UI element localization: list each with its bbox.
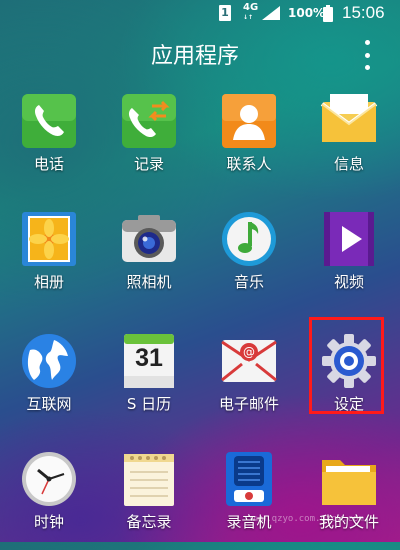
- camera-icon: [120, 210, 178, 268]
- app-music[interactable]: 音乐: [200, 210, 298, 310]
- clock-icon: [20, 450, 78, 508]
- signal-strength-icon: [262, 0, 280, 26]
- my-files-icon: [320, 450, 378, 508]
- email-icon: @: [220, 332, 278, 390]
- calendar-icon: 31: [120, 332, 178, 390]
- messages-icon: [320, 92, 378, 150]
- clock-time: 15:06: [342, 3, 385, 22]
- internet-icon: [20, 332, 78, 390]
- app-call-log[interactable]: 记录: [100, 92, 198, 192]
- battery-icon: [323, 0, 333, 26]
- status-bar: 1 4G ↓↑ 100% 15:06: [0, 0, 400, 26]
- app-label: 备忘录: [126, 513, 172, 531]
- settings-highlight-box: [309, 317, 384, 414]
- more-options-button[interactable]: [360, 40, 374, 70]
- page-title: 应用程序: [150, 44, 239, 69]
- app-my-files[interactable]: 我的文件: [300, 450, 398, 550]
- call-log-icon: [120, 92, 178, 150]
- app-label: 相册: [33, 273, 64, 291]
- watermark: www.qzyo.com.qzqw.com: [250, 514, 364, 524]
- app-internet[interactable]: 互联网: [0, 332, 98, 432]
- app-clock[interactable]: 时钟: [0, 450, 98, 550]
- more-dot-icon: [364, 52, 370, 58]
- battery-percentage: 100%: [288, 6, 326, 20]
- app-label: 照相机: [126, 273, 172, 291]
- app-calendar[interactable]: 31 S 日历: [100, 332, 198, 432]
- music-icon: [220, 210, 278, 268]
- app-messages[interactable]: 信息: [300, 92, 398, 192]
- app-label: 视频: [333, 273, 364, 291]
- phone-icon: [20, 92, 78, 150]
- app-gallery[interactable]: 相册: [0, 210, 98, 310]
- network-type-indicator: 4G ↓↑: [243, 0, 258, 26]
- video-icon: [320, 210, 378, 268]
- network-activity-label: ↓↑: [243, 14, 254, 21]
- gallery-icon: [20, 210, 78, 268]
- app-video[interactable]: 视频: [300, 210, 398, 310]
- app-label: 信息: [333, 155, 364, 173]
- app-memo[interactable]: 备忘录: [100, 450, 198, 550]
- app-label: 电子邮件: [218, 395, 279, 413]
- app-email[interactable]: @ 电子邮件: [200, 332, 298, 432]
- app-label: 音乐: [233, 273, 264, 291]
- app-label: 互联网: [26, 395, 72, 413]
- app-label: 联系人: [226, 155, 272, 173]
- svg-text:@: @: [243, 345, 255, 359]
- contacts-icon: [220, 92, 278, 150]
- voice-recorder-icon: [220, 450, 278, 508]
- app-voice-recorder[interactable]: 录音机: [200, 450, 298, 550]
- app-contacts[interactable]: 联系人: [200, 92, 298, 192]
- app-label: 电话: [33, 155, 64, 173]
- app-label: S 日历: [126, 395, 172, 413]
- network-type-label: 4G: [243, 2, 259, 13]
- sim-slot-number: 1: [219, 5, 231, 21]
- app-camera[interactable]: 照相机: [100, 210, 198, 310]
- calendar-date: 31: [135, 344, 163, 372]
- more-dot-icon: [364, 65, 370, 70]
- more-dot-icon: [364, 40, 370, 45]
- app-label: 时钟: [33, 513, 64, 531]
- memo-icon: [120, 450, 178, 508]
- app-phone[interactable]: 电话: [0, 92, 98, 192]
- sim-card-icon: 1: [219, 0, 231, 26]
- app-label: 记录: [133, 155, 164, 173]
